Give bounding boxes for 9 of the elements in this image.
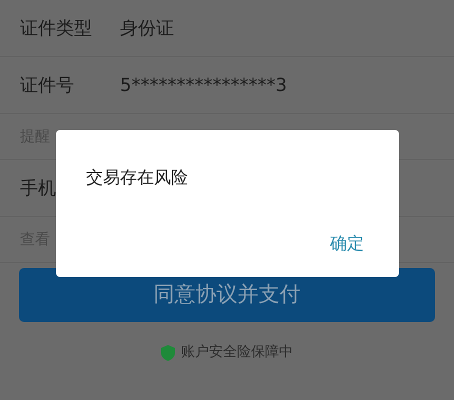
field-label: 证件类型 [20,16,92,40]
field-label: 手机 [20,176,56,200]
field-value: 5****************3 [120,74,287,98]
security-note: 账户安全险保障中 [181,343,293,362]
shield-icon [161,344,175,360]
dialog-message: 交易存在风险 [86,167,189,190]
confirm-button[interactable]: 确定 [330,232,364,257]
field-label: 证件号 [20,74,74,98]
field-value: 身份证 [120,16,174,40]
